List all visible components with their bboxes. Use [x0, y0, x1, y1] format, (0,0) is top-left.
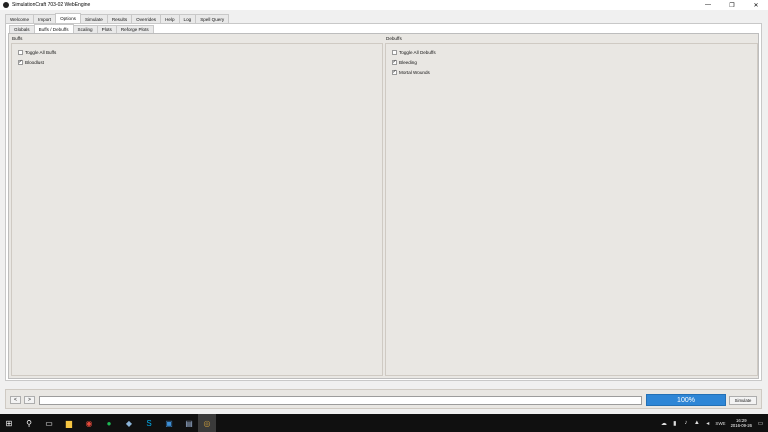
task-view-icon[interactable]: ▭ [40, 414, 58, 432]
checkbox-label: Bloodlust [25, 60, 44, 65]
bloodlust-checkbox[interactable]: ✓ Bloodlust [18, 60, 44, 65]
forward-button[interactable]: > [24, 396, 35, 404]
subtab-buffs-debuffs[interactable]: Buffs / Debuffs [33, 24, 74, 33]
tab-overrides[interactable]: Overrides [131, 14, 162, 23]
app-icon-2[interactable]: ▤ [180, 414, 198, 432]
checkbox-icon[interactable] [18, 50, 23, 55]
speaker-icon[interactable]: ♪ [682, 420, 689, 427]
notification-icon[interactable]: ▭ [757, 420, 764, 427]
subtab-reforge-plots[interactable]: Reforge Plots [115, 25, 154, 33]
checkbox-label: Toggle All Debuffs [399, 50, 436, 55]
app-icon-1[interactable]: ▣ [160, 414, 178, 432]
volume-icon[interactable]: ◂ [704, 420, 711, 427]
tab-simulate[interactable]: Simulate [79, 14, 108, 23]
minimize-button[interactable]: — [696, 0, 720, 10]
progress-label: 100% [677, 396, 695, 404]
clock[interactable]: 16:29 2016-09-26 [731, 418, 752, 428]
checkmark-icon[interactable]: ✓ [18, 60, 23, 65]
keyboard-language[interactable]: SWE [715, 420, 725, 427]
checkmark-icon[interactable]: ✓ [392, 60, 397, 65]
window-title: SimulationCraft 703-02 WebEngine [12, 2, 91, 8]
restore-button[interactable]: ❐ [720, 0, 744, 10]
buffs-box: Toggle All Buffs ✓ Bloodlust [11, 43, 383, 376]
tab-welcome[interactable]: Welcome [5, 14, 35, 23]
buffs-debuffs-panel: Buffs Toggle All Buffs ✓ Bloodlust Debuf… [8, 33, 759, 379]
subtab-scaling[interactable]: Scaling [72, 25, 98, 33]
debuffs-box: Toggle All Debuffs ✓ Bleeding ✓ Mortal W… [385, 43, 758, 376]
windows-icon[interactable]: ⊞ [0, 414, 18, 432]
chrome-icon[interactable]: ◉ [80, 414, 98, 432]
tab-options[interactable]: Options [55, 13, 81, 23]
tray-app-icon[interactable]: ▮ [671, 420, 678, 427]
system-tray: ☁ ▮ ♪ ▲ ◂ SWE 16:29 2016-09-26 ▭ [658, 414, 768, 432]
subtab-plots[interactable]: Plots [96, 25, 117, 33]
buffs-group: Buffs Toggle All Buffs ✓ Bloodlust [11, 36, 383, 376]
checkbox-icon[interactable] [392, 50, 397, 55]
cloud-icon[interactable]: ☁ [660, 420, 667, 427]
subtab-globals[interactable]: Globals [9, 25, 35, 33]
main-tab-bar: Welcome Import Options Simulate Results … [5, 13, 230, 23]
window-controls: — ❐ ✕ [696, 0, 768, 10]
back-button[interactable]: < [10, 396, 21, 404]
checkbox-label: Toggle All Buffs [25, 50, 57, 55]
toggle-all-buffs-checkbox[interactable]: Toggle All Buffs [18, 50, 56, 55]
spotify-icon[interactable]: ● [100, 414, 118, 432]
title-bar: SimulationCraft 703-02 WebEngine — ❐ ✕ [0, 0, 768, 10]
checkbox-label: Mortal Wounds [399, 70, 430, 75]
clock-date: 2016-09-26 [730, 423, 752, 428]
skype-icon[interactable]: S [140, 414, 158, 432]
app-icon [3, 2, 9, 8]
toggle-all-debuffs-checkbox[interactable]: Toggle All Debuffs [392, 50, 436, 55]
mortal-wounds-checkbox[interactable]: ✓ Mortal Wounds [392, 70, 430, 75]
checkmark-icon[interactable]: ✓ [392, 70, 397, 75]
options-panel: Globals Buffs / Debuffs Scaling Plots Re… [5, 23, 762, 381]
debuffs-group: Debuffs Toggle All Debuffs ✓ Bleeding ✓ … [385, 36, 758, 376]
bottom-command-bar: < > 100% Simulate [5, 389, 762, 409]
simulate-button[interactable]: Simulate [729, 396, 757, 405]
tab-log[interactable]: Log [178, 14, 197, 23]
bleeding-checkbox[interactable]: ✓ Bleeding [392, 60, 417, 65]
command-input[interactable] [39, 396, 642, 405]
tab-help[interactable]: Help [160, 14, 180, 23]
simc-icon[interactable]: ◎ [198, 414, 216, 432]
steam-icon[interactable]: ◆ [120, 414, 138, 432]
close-button[interactable]: ✕ [744, 0, 768, 10]
debuffs-title: Debuffs [386, 36, 402, 41]
tab-import[interactable]: Import [33, 14, 57, 23]
file-explorer-icon[interactable]: ▆ [60, 414, 78, 432]
tab-spell-query[interactable]: Spell Query [195, 14, 230, 23]
checkbox-label: Bleeding [399, 60, 417, 65]
windows-taskbar: ⊞ ⚲ ▭ ▆ ◉ ● ◆ S ▣ ▤ ◎ ☁ ▮ ♪ ▲ ◂ SWE 16:2… [0, 414, 768, 432]
tab-results[interactable]: Results [106, 14, 133, 23]
network-icon[interactable]: ▲ [693, 420, 700, 427]
buffs-title: Buffs [12, 36, 23, 41]
search-icon[interactable]: ⚲ [20, 414, 38, 432]
progress-bar: 100% [646, 394, 726, 406]
